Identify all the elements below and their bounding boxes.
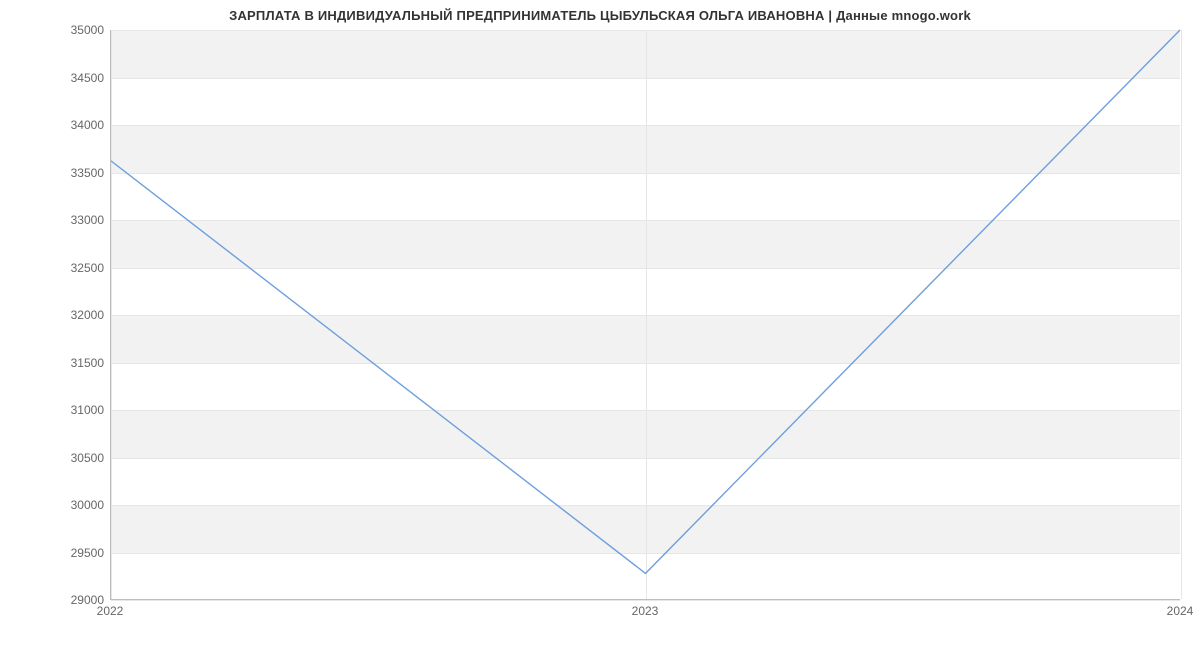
series-line bbox=[111, 30, 1180, 573]
y-tick-label: 29000 bbox=[44, 593, 104, 607]
y-tick-label: 34000 bbox=[44, 118, 104, 132]
plot-area bbox=[110, 30, 1180, 600]
line-series bbox=[111, 30, 1180, 599]
y-tick-label: 29500 bbox=[44, 546, 104, 560]
y-tick-label: 32000 bbox=[44, 308, 104, 322]
y-tick-label: 35000 bbox=[44, 23, 104, 37]
y-gridline bbox=[111, 600, 1180, 601]
y-tick-label: 33000 bbox=[44, 213, 104, 227]
y-tick-label: 30000 bbox=[44, 498, 104, 512]
y-tick-label: 30500 bbox=[44, 451, 104, 465]
chart-container: ЗАРПЛАТА В ИНДИВИДУАЛЬНЫЙ ПРЕДПРИНИМАТЕЛ… bbox=[0, 0, 1200, 650]
x-tick-label: 2023 bbox=[632, 604, 659, 618]
x-gridline bbox=[1181, 30, 1182, 599]
y-tick-label: 33500 bbox=[44, 166, 104, 180]
y-tick-label: 32500 bbox=[44, 261, 104, 275]
y-tick-label: 31000 bbox=[44, 403, 104, 417]
y-tick-label: 34500 bbox=[44, 71, 104, 85]
x-tick-label: 2024 bbox=[1167, 604, 1194, 618]
x-tick-label: 2022 bbox=[97, 604, 124, 618]
y-tick-label: 31500 bbox=[44, 356, 104, 370]
chart-title: ЗАРПЛАТА В ИНДИВИДУАЛЬНЫЙ ПРЕДПРИНИМАТЕЛ… bbox=[0, 8, 1200, 23]
